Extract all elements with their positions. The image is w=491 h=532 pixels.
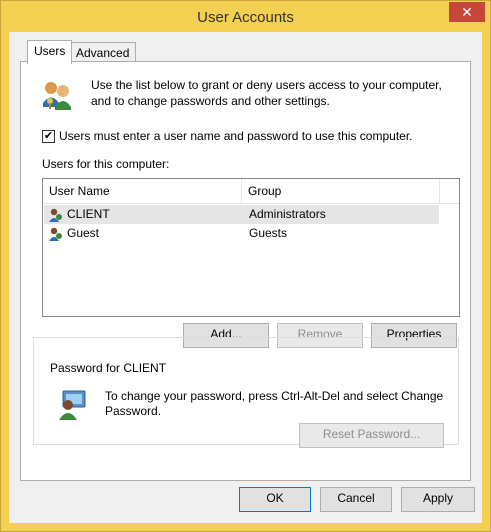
user-password-icon — [59, 390, 86, 420]
close-button[interactable]: ✕ — [449, 2, 485, 22]
user-icon — [49, 227, 62, 241]
group-cell: Administrators — [249, 207, 326, 221]
require-login-checkbox[interactable]: ✔ — [42, 130, 55, 143]
reset-password-button[interactable]: Reset Password... — [299, 423, 444, 448]
user-icon — [49, 208, 62, 222]
password-group-title: Password for CLIENT — [47, 361, 170, 375]
list-header: User Name Group — [43, 179, 459, 204]
close-icon: ✕ — [461, 4, 473, 20]
require-login-label[interactable]: Users must enter a user name and passwor… — [59, 129, 413, 143]
column-header-group[interactable]: Group — [242, 179, 438, 203]
user-accounts-window: User Accounts ✕ Users Advanced Use the l… — [0, 0, 491, 532]
column-separator[interactable] — [439, 179, 440, 203]
intro-text-line-1: Use the list below to grant or deny user… — [91, 78, 442, 92]
group-cell: Guests — [249, 226, 288, 240]
user-name-cell: Guest — [67, 226, 100, 240]
users-group-icon — [43, 82, 71, 110]
users-section-label: Users for this computer: — [42, 157, 170, 171]
window-title: User Accounts — [197, 9, 294, 26]
table-row[interactable]: CLIENT Administrators — [44, 205, 439, 224]
table-row[interactable]: Guest Guests — [44, 224, 439, 243]
users-list[interactable]: User Name Group CLIENT Administrators Gu… — [42, 178, 460, 317]
tab-advanced[interactable]: Advanced — [69, 42, 137, 63]
cancel-button[interactable]: Cancel — [320, 487, 392, 512]
tab-users[interactable]: Users — [27, 40, 73, 64]
title-bar[interactable]: User Accounts ✕ — [1, 1, 490, 32]
checkmark-icon: ✔ — [43, 130, 54, 142]
intro-text-line-2: and to change passwords and other settin… — [91, 94, 330, 108]
password-text-line-2: Password. — [105, 404, 162, 418]
user-name-cell: CLIENT — [67, 207, 110, 221]
password-text-line-1: To change your password, press Ctrl-Alt-… — [105, 389, 444, 403]
apply-button[interactable]: Apply — [401, 487, 475, 512]
ok-button[interactable]: OK — [239, 487, 311, 512]
column-header-user-name[interactable]: User Name — [43, 179, 239, 203]
